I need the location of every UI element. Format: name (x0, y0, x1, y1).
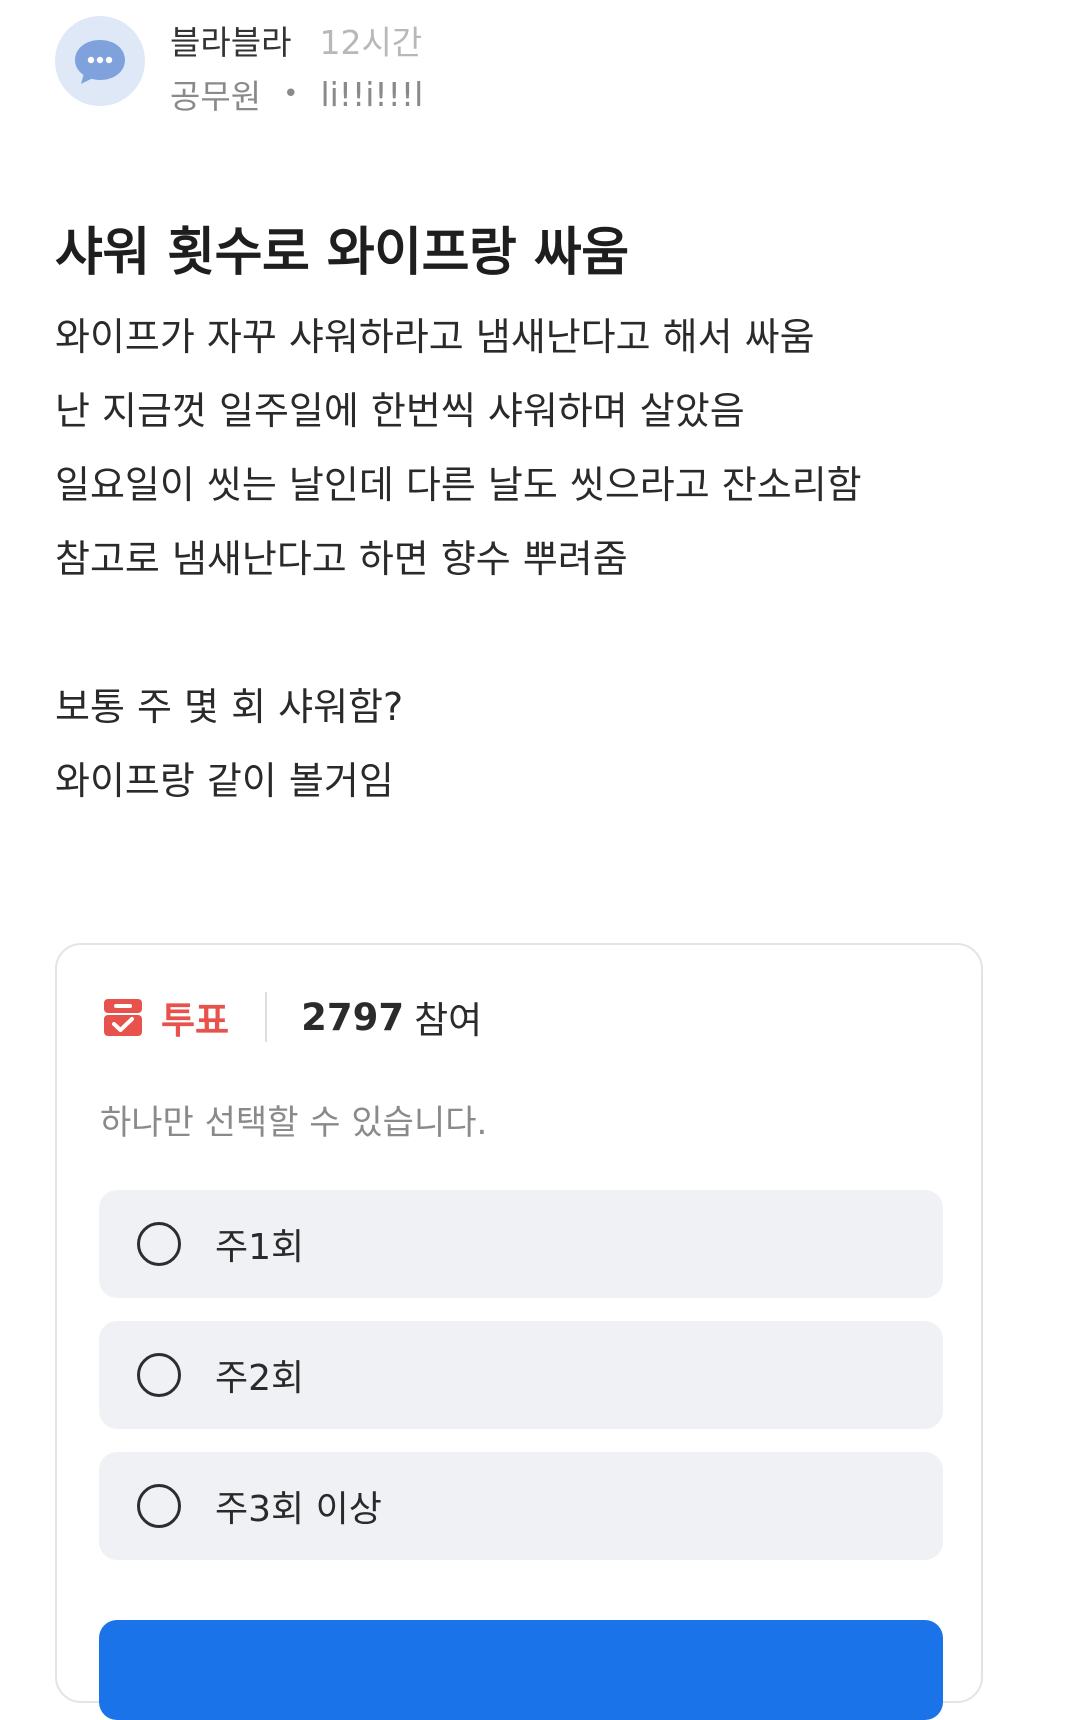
poll-option-3[interactable]: 주3회 이상 (99, 1452, 943, 1560)
poll-participant-count: 2797 (301, 995, 405, 1039)
post-time: 12시간 (319, 23, 423, 62)
body-line: 참고로 냄새난다고 하면 향수 뿌려줌 (55, 537, 628, 581)
poll-option-label: 주1회 (215, 1227, 305, 1268)
author-name[interactable]: 블라블라 (170, 16, 291, 64)
avatar[interactable] (55, 16, 145, 106)
poll-participant-unit: 참여 (414, 999, 483, 1042)
poll-option-1[interactable]: 주1회 (99, 1190, 943, 1298)
post-body: 와이프가 자꾸 샤워하라고 냄새난다고 해서 싸움 난 지금껏 일주일에 한번씩… (55, 300, 1015, 818)
body-line: 난 지금껏 일주일에 한번씩 샤워하며 살았음 (55, 389, 745, 433)
poll-card: 투표 2797 참여 하나만 선택할 수 있습니다. 주1회 주2회 주3회 이… (55, 943, 983, 1720)
chat-bubble-icon (75, 40, 125, 84)
body-blank-line (55, 596, 1015, 670)
body-line: 와이프랑 같이 볼거임 (55, 759, 394, 803)
body-line: 보통 주 몇 회 샤워함? (55, 685, 404, 729)
poll-header: 투표 2797 참여 (101, 989, 482, 1045)
body-line: 와이프가 자꾸 샤워하라고 냄새난다고 해서 싸움 (55, 315, 815, 359)
body-line: 일요일이 씻는 날인데 다른 날도 씻으라고 잔소리함 (55, 463, 862, 507)
poll-option-label: 주3회 이상 (215, 1489, 382, 1530)
vote-button[interactable] (99, 1620, 943, 1720)
poll-option-label: 주2회 (215, 1358, 305, 1399)
poll-label: 투표 (161, 999, 230, 1042)
radio-empty-icon[interactable] (137, 1353, 181, 1397)
radio-empty-icon[interactable] (137, 1222, 181, 1266)
poll-header-divider (265, 992, 268, 1042)
poll-options: 주1회 주2회 주3회 이상 (99, 1190, 943, 1583)
meta-separator: • (283, 79, 299, 109)
author-company[interactable]: 공무원 (170, 70, 261, 118)
post-title: 샤워 횟수로 와이프랑 싸움 (55, 223, 629, 283)
ballot-box-icon (104, 999, 142, 1036)
radio-empty-icon[interactable] (137, 1484, 181, 1528)
author-line: 블라블라 12시간 (170, 16, 422, 64)
poll-option-2[interactable]: 주2회 (99, 1321, 943, 1429)
poll-instruction: 하나만 선택할 수 있습니다. (100, 1103, 488, 1143)
post-header: 블라블라 12시간 공무원 • li!!i!!!l (55, 16, 755, 116)
author-meta: 공무원 • li!!i!!!l (170, 70, 423, 118)
author-nickname: li!!i!!!l (320, 74, 424, 114)
